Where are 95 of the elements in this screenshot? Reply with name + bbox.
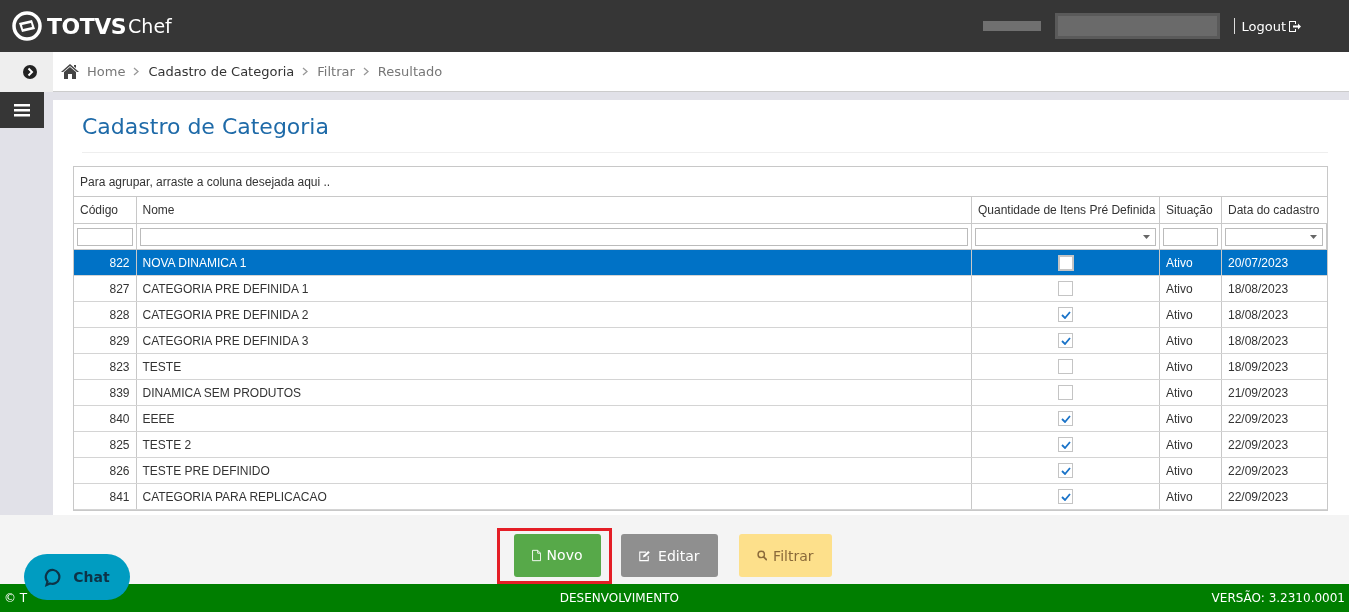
column-header[interactable]: Quantidade de Itens Pré Definida [971, 197, 1160, 224]
logo-subtitle: Chef [128, 15, 172, 37]
checkbox[interactable] [1058, 333, 1073, 349]
table-cell: TESTE PRE DEFINIDO [136, 457, 972, 484]
table-cell: 20/07/2023 [1221, 249, 1327, 276]
table-cell: 841 [74, 483, 136, 510]
table-cell: Ativo [1159, 379, 1222, 406]
filter-button[interactable]: Filtrar [738, 534, 832, 577]
table-row[interactable]: 823 TESTE Ativo 18/09/2023 [74, 353, 1327, 380]
table-cell: TESTE [136, 353, 972, 380]
checkbox[interactable] [1058, 307, 1073, 323]
breadcrumb-link[interactable]: Resultado [377, 64, 443, 79]
page-title: Cadastro de Categoria [82, 114, 1328, 153]
table-cell: CATEGORIA PARA REPLICACAO [136, 483, 972, 510]
breadcrumb-separator-icon [133, 67, 141, 76]
table-cell: 825 [74, 431, 136, 458]
home-icon[interactable] [61, 64, 79, 79]
logout-link[interactable]: Logout [1241, 18, 1301, 34]
table-cell: 18/09/2023 [1221, 353, 1327, 380]
table-cell: 22/09/2023 [1221, 405, 1327, 432]
table-cell: 18/08/2023 [1221, 327, 1327, 354]
table-cell: Ativo [1159, 327, 1222, 354]
menu-button[interactable] [0, 92, 44, 128]
table-cell: Ativo [1159, 431, 1222, 458]
table-cell: NOVA DINAMICA 1 [136, 249, 972, 276]
column-header[interactable]: Data do cadastro [1221, 197, 1327, 224]
edit-icon [638, 548, 651, 563]
table-row[interactable]: 839 DINAMICA SEM PRODUTOS Ativo 21/09/2023 [74, 379, 1327, 406]
table-cell: 18/08/2023 [1221, 301, 1327, 328]
table-cell: 840 [74, 405, 136, 432]
breadcrumb-separator-icon [302, 67, 310, 76]
table-cell: CATEGORIA PRE DEFINIDA 2 [136, 301, 972, 328]
checkbox[interactable] [1058, 281, 1073, 297]
table-row[interactable]: 822 NOVA DINAMICA 1 Ativo 20/07/2023 [74, 249, 1327, 276]
table-row[interactable]: 840 EEEE Ativo 22/09/2023 [74, 405, 1327, 432]
table-row[interactable]: 826 TESTE PRE DEFINIDO Ativo 22/09/2023 [74, 457, 1327, 484]
checkbox[interactable] [1058, 385, 1073, 401]
logo-icon [12, 11, 42, 41]
table-cell: CATEGORIA PRE DEFINIDA 3 [136, 327, 972, 354]
table-cell: Ativo [1159, 353, 1222, 380]
group-panel-hint: Para agrupar, arraste a coluna desejada aqui .. [74, 167, 1327, 197]
checkbox[interactable] [1058, 489, 1073, 505]
table-cell: 22/09/2023 [1221, 431, 1327, 458]
table-cell: Ativo [1159, 483, 1222, 510]
column-header[interactable]: Situação [1159, 197, 1222, 224]
checkbox[interactable] [1058, 411, 1073, 427]
column-header[interactable]: Código [74, 197, 136, 224]
expand-icon[interactable] [23, 65, 37, 79]
table-cell: Ativo [1159, 275, 1222, 302]
table-cell: 822 [74, 249, 136, 276]
checkbox[interactable] [1058, 359, 1073, 375]
table-cell: Ativo [1159, 457, 1222, 484]
table-cell: 22/09/2023 [1221, 483, 1327, 510]
breadcrumb-link[interactable]: Cadastro de Categoria [148, 64, 295, 79]
table-cell: 827 [74, 275, 136, 302]
caret-icon [1143, 234, 1150, 239]
table-cell: 21/09/2023 [1221, 379, 1327, 406]
table-row[interactable]: 828 CATEGORIA PRE DEFINIDA 2 Ativo 18/08/2023 [74, 301, 1327, 328]
blurred-user-name [983, 21, 1042, 31]
table-cell: TESTE 2 [136, 431, 972, 458]
menu-icon [14, 103, 30, 117]
table-row[interactable]: 827 CATEGORIA PRE DEFINIDA 1 Ativo 18/08/2023 [74, 275, 1327, 302]
table-row[interactable]: 825 TESTE 2 Ativo 22/09/2023 [74, 431, 1327, 458]
breadcrumb-separator-icon [362, 67, 370, 76]
table-cell: 22/09/2023 [1221, 457, 1327, 484]
logo-text: TOTVS [47, 13, 127, 39]
table-cell: CATEGORIA PRE DEFINIDA 1 [136, 275, 972, 302]
search-icon [756, 548, 768, 563]
checkbox[interactable] [1057, 254, 1074, 271]
table-cell: 828 [74, 301, 136, 328]
table-cell: 839 [74, 379, 136, 406]
table-cell: DINAMICA SEM PRODUTOS [136, 379, 972, 406]
version-label: VERSÃO: 3.2310.0001 [1211, 591, 1345, 605]
table-cell: EEEE [136, 405, 972, 432]
table-cell: 826 [74, 457, 136, 484]
table-row[interactable]: 829 CATEGORIA PRE DEFINIDA 3 Ativo 18/08/2023 [74, 327, 1327, 354]
filter-field[interactable] [139, 227, 968, 246]
caret-icon [1310, 234, 1317, 239]
table-cell: 823 [74, 353, 136, 380]
logout-icon [1288, 19, 1301, 33]
table-cell: 829 [74, 327, 136, 354]
document-icon [531, 547, 541, 563]
checkbox[interactable] [1058, 437, 1073, 453]
checkbox[interactable] [1058, 463, 1073, 479]
breadcrumb-link[interactable]: Filtrar [317, 64, 355, 79]
table-cell: Ativo [1159, 301, 1222, 328]
chat-button[interactable]: Chat [24, 554, 130, 600]
column-header[interactable]: Nome [136, 197, 972, 224]
environment-label: DESENVOLVIMENTO [559, 591, 679, 605]
table-row[interactable]: 841 CATEGORIA PARA REPLICACAO Ativo 22/09/2023 [74, 483, 1327, 510]
filter-field[interactable] [77, 227, 133, 246]
breadcrumb-link[interactable]: Home [87, 64, 126, 79]
table-cell: 18/08/2023 [1221, 275, 1327, 302]
filter-field[interactable] [1163, 227, 1218, 246]
table-cell: Ativo [1159, 405, 1222, 432]
